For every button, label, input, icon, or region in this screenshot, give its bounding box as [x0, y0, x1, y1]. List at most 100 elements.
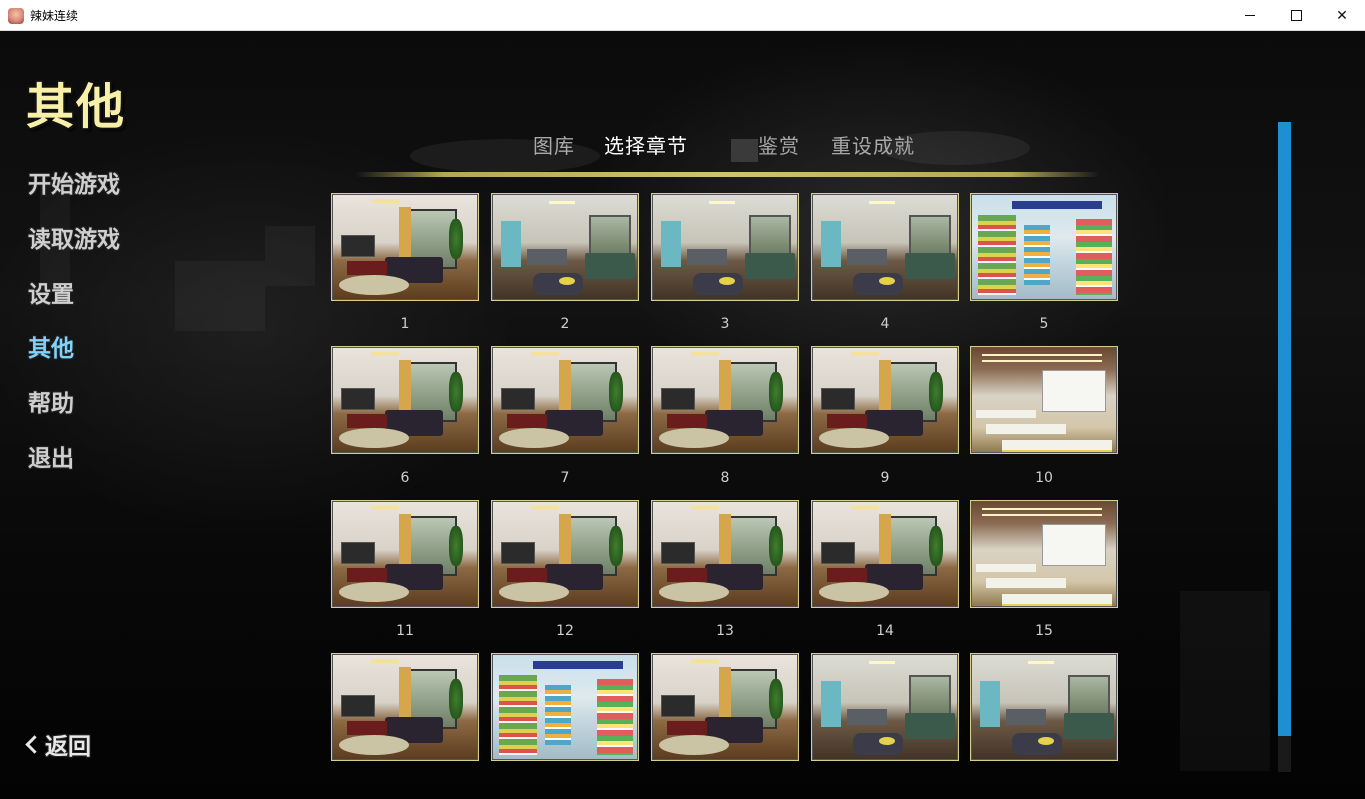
close-button[interactable]: ✕: [1319, 0, 1365, 31]
chapter-thumbnail[interactable]: [651, 346, 799, 454]
scene-detail: [976, 564, 1036, 572]
scene-detail: [986, 424, 1066, 434]
chapter-thumbnail[interactable]: [491, 193, 639, 301]
chapter-thumbnail[interactable]: [811, 500, 959, 608]
tab-gallery[interactable]: 图库: [533, 130, 575, 159]
chapter-thumbnail[interactable]: [491, 500, 639, 608]
scene-detail: [597, 679, 633, 755]
scene-detail: [853, 273, 903, 295]
scene-detail: [661, 221, 681, 267]
scene-detail: [982, 354, 1102, 356]
chapter-number: 9: [880, 470, 890, 486]
scene-detail: [499, 428, 569, 448]
close-icon: ✕: [1336, 7, 1348, 24]
chapter-thumbnail[interactable]: [811, 193, 959, 301]
back-button[interactable]: 返回: [25, 727, 91, 761]
chapter-scene-image: [493, 502, 637, 606]
scene-detail: [719, 277, 735, 285]
scene-detail: [745, 253, 795, 279]
chapter-thumbnail[interactable]: [491, 346, 639, 454]
chapter-scene-image: [653, 655, 797, 759]
chapter-scene-image: [653, 195, 797, 299]
chapter-scene-image: [333, 655, 477, 759]
maximize-button[interactable]: [1273, 0, 1319, 31]
scrollbar-thumb[interactable]: [1278, 122, 1291, 736]
scene-detail: [847, 709, 887, 725]
scene-detail: [341, 695, 375, 717]
chapter-thumbnail[interactable]: [970, 653, 1118, 761]
scene-detail: [1042, 524, 1106, 566]
chapter-thumbnail[interactable]: [970, 500, 1118, 608]
scene-detail: [341, 235, 375, 257]
chapter-thumbnail[interactable]: [331, 193, 479, 301]
tab-reset-achievements[interactable]: 重设成就: [831, 130, 915, 159]
scene-detail: [667, 568, 707, 582]
tab-chapter-select[interactable]: 选择章节: [604, 130, 688, 159]
scene-detail: [1006, 709, 1046, 725]
scene-bedroom: [653, 195, 797, 299]
page-heading: 其他: [26, 79, 127, 135]
menu-settings[interactable]: 设置: [28, 275, 74, 309]
chapter-scene-image: [813, 502, 957, 606]
scene-detail: [371, 506, 399, 510]
scene-detail: [559, 277, 575, 285]
scene-detail: [1038, 737, 1054, 745]
chapter-number: 14: [876, 623, 894, 639]
chapter-thumbnail[interactable]: [331, 653, 479, 761]
scene-detail: [847, 249, 887, 265]
chapter-scene-image: [333, 195, 477, 299]
scene-detail: [905, 253, 955, 279]
chapter-thumbnail[interactable]: [811, 653, 959, 761]
scene-store: [972, 195, 1116, 299]
chapter-scene-image: [333, 348, 477, 452]
scene-detail: [667, 414, 707, 428]
scene-detail: [1002, 594, 1112, 604]
scene-detail: [347, 414, 387, 428]
scene-living: [493, 348, 637, 452]
minimize-button[interactable]: [1227, 0, 1273, 31]
scene-detail: [1012, 201, 1102, 209]
chapter-thumbnail[interactable]: [491, 653, 639, 761]
scene-detail: [659, 428, 729, 448]
chapter-thumbnail[interactable]: [331, 346, 479, 454]
chapter-thumbnail[interactable]: [970, 346, 1118, 454]
chapter-thumbnail[interactable]: [811, 346, 959, 454]
scene-detail: [980, 681, 1000, 727]
scene-detail: [661, 695, 695, 717]
chapter-number: 5: [1039, 316, 1049, 332]
chapter-thumbnail[interactable]: [970, 193, 1118, 301]
chapter-thumbnail[interactable]: [651, 653, 799, 761]
chapter-number: 3: [720, 316, 730, 332]
scene-detail: [501, 388, 535, 410]
scene-detail: [339, 735, 409, 755]
scene-detail: [821, 681, 841, 727]
menu-other[interactable]: 其他: [28, 329, 74, 363]
chapter-thumbnail[interactable]: [651, 193, 799, 301]
scene-detail: [347, 568, 387, 582]
scene-detail: [533, 661, 623, 669]
scene-classroom: [972, 502, 1116, 606]
menu-quit[interactable]: 退出: [28, 439, 74, 473]
chapter-thumbnail[interactable]: [651, 500, 799, 608]
chapter-scene-image: [813, 195, 957, 299]
scene-detail: [661, 542, 695, 564]
scene-living: [813, 502, 957, 606]
app-icon: [8, 8, 24, 24]
tab-marker: [731, 139, 758, 162]
menu-start-game[interactable]: 开始游戏: [28, 165, 120, 199]
chapter-number: 2: [560, 316, 570, 332]
scene-bedroom: [813, 195, 957, 299]
scene-detail: [449, 679, 463, 719]
scene-detail: [1042, 370, 1106, 412]
scene-detail: [501, 542, 535, 564]
tab-appreciation[interactable]: 鉴赏: [758, 130, 800, 159]
menu-load-game[interactable]: 读取游戏: [28, 220, 120, 254]
chapter-thumbnail[interactable]: [331, 500, 479, 608]
chapter-number: 6: [400, 470, 410, 486]
chapter-number: 12: [556, 623, 574, 639]
window-title: 辣妹连续: [30, 9, 79, 23]
scene-living: [333, 195, 477, 299]
menu-help[interactable]: 帮助: [28, 384, 74, 418]
chevron-left-icon: [25, 734, 44, 754]
scene-bedroom: [493, 195, 637, 299]
